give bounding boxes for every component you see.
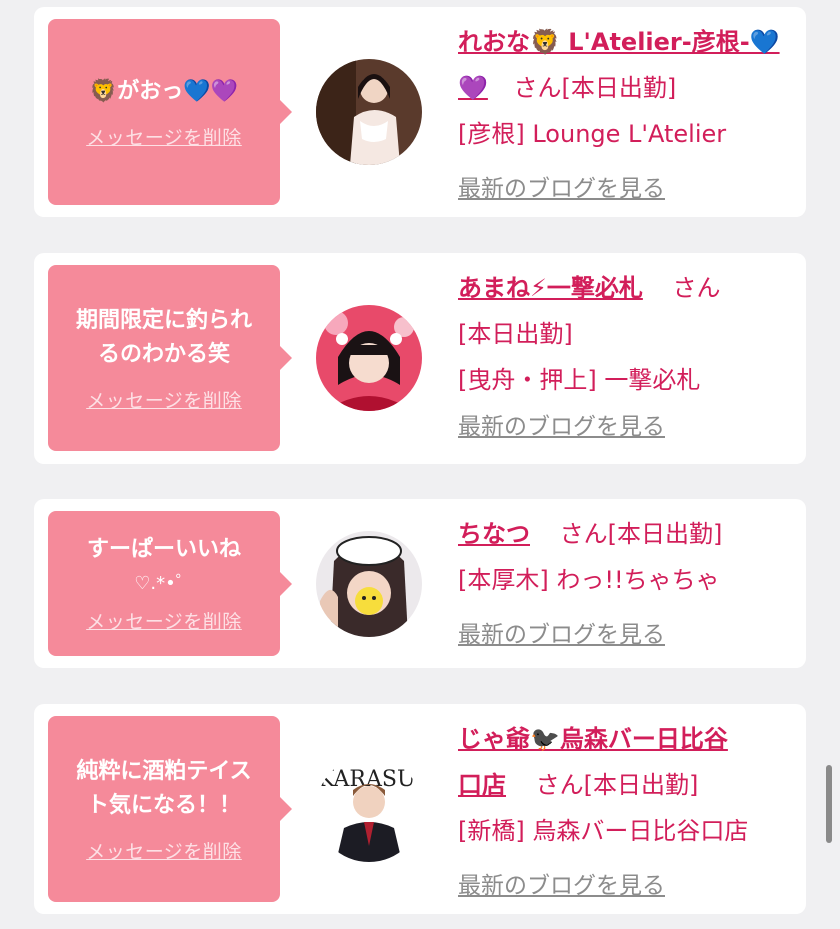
message-card: 🦁がおっ💙💜 メッセージを削除 れおな🦁 L'Atelier-彦根-💙💜 さん[… [34, 7, 806, 217]
avatar[interactable]: KARASU MORI BAR [316, 756, 422, 862]
avatar[interactable] [316, 305, 422, 411]
message-bubble: 🦁がおっ💙💜 メッセージを削除 [48, 19, 292, 205]
message-card: 期間限定に釣られ るのわかる笑 メッセージを削除 あまね⚡一撃必札 さん [本日… [34, 253, 806, 464]
delete-message-link[interactable]: メッセージを削除 [86, 837, 242, 864]
message-bubble: 期間限定に釣られ るのわかる笑 メッセージを削除 [48, 265, 292, 451]
message-bubble: 純粋に酒粕テイス ト気になる！！ メッセージを削除 [48, 716, 292, 902]
honorific: さん [513, 74, 562, 102]
delete-message-link[interactable]: メッセージを削除 [86, 607, 242, 634]
avatar[interactable] [316, 531, 422, 637]
honorific: さん [559, 520, 608, 548]
message-line: るのわかる笑 [97, 341, 230, 367]
status-badge: [本日出勤] [458, 320, 573, 348]
cast-info: じゃ爺🐦‍⬛烏森バー日比谷 口店 さん[本日出勤] [新橋] 烏森バー日比谷口店… [458, 716, 798, 909]
shop-name: [新橋] 烏森バー日比谷口店 [458, 817, 749, 845]
latest-blog-link[interactable]: 最新のブログを見る [458, 622, 665, 648]
scrollbar[interactable] [826, 765, 832, 843]
message-line: ト気になる！！ [86, 792, 241, 818]
cast-name-link[interactable]: 口店 [458, 771, 506, 799]
shop-name: [本厚木] わっ!!ちゃちゃ [458, 566, 720, 594]
status-badge: [本日出勤] [561, 74, 677, 102]
message-line: 期間限定に釣られ [75, 307, 252, 333]
status-badge: [本日出勤] [607, 520, 723, 548]
latest-blog-link[interactable]: 最新のブログを見る [458, 873, 665, 899]
status-badge: [本日出勤] [583, 771, 699, 799]
latest-blog-link[interactable]: 最新のブログを見る [458, 176, 665, 202]
message-text: 期間限定に釣られ るのわかる笑 [66, 304, 262, 372]
honorific: さん [535, 771, 584, 799]
shop-name: [彦根] Lounge L'Atelier [458, 120, 727, 148]
delete-message-link[interactable]: メッセージを削除 [86, 123, 242, 150]
message-text: 🦁がおっ💙💜 [89, 78, 239, 104]
delete-message-link[interactable]: メッセージを削除 [86, 386, 242, 413]
honorific: さん [672, 274, 721, 302]
message-line: すーぱーいいね [86, 537, 241, 562]
message-text: 純粋に酒粕テイス ト気になる！！ [66, 755, 261, 823]
shop-name: [曳舟・押上] 一撃必札 [458, 366, 701, 394]
cast-info: れおな🦁 L'Atelier-彦根-💙💜 さん[本日出勤] [彦根] Loung… [458, 19, 798, 212]
message-line: 純粋に酒粕テイス [76, 758, 252, 784]
message-line: ♡.*•゜ [134, 573, 194, 594]
cast-info: ちなつ さん[本日出勤] [本厚木] わっ!!ちゃちゃ 最新のブログを見る [458, 511, 798, 658]
cast-name-link[interactable]: じゃ爺🐦‍⬛烏森バー日比谷 [458, 725, 728, 753]
latest-blog-link[interactable]: 最新のブログを見る [458, 414, 665, 440]
avatar[interactable] [316, 59, 422, 165]
message-bubble: すーぱーいいね ♡.*•゜ メッセージを削除 [48, 511, 292, 656]
message-card: すーぱーいいね ♡.*•゜ メッセージを削除 ちなつ さん[本日出勤] [本厚木… [34, 499, 806, 668]
cast-name-link[interactable]: ちなつ [458, 520, 530, 548]
message-card: 純粋に酒粕テイス ト気になる！！ メッセージを削除 KARASU MORI BA… [34, 704, 806, 914]
cast-info: あまね⚡一撃必札 さん [本日出勤] [曳舟・押上] 一撃必札 最新のブログを見… [458, 265, 798, 450]
cast-name-link[interactable]: あまね⚡一撃必札 [458, 274, 643, 302]
message-text: すーぱーいいね ♡.*•゜ [77, 533, 251, 601]
